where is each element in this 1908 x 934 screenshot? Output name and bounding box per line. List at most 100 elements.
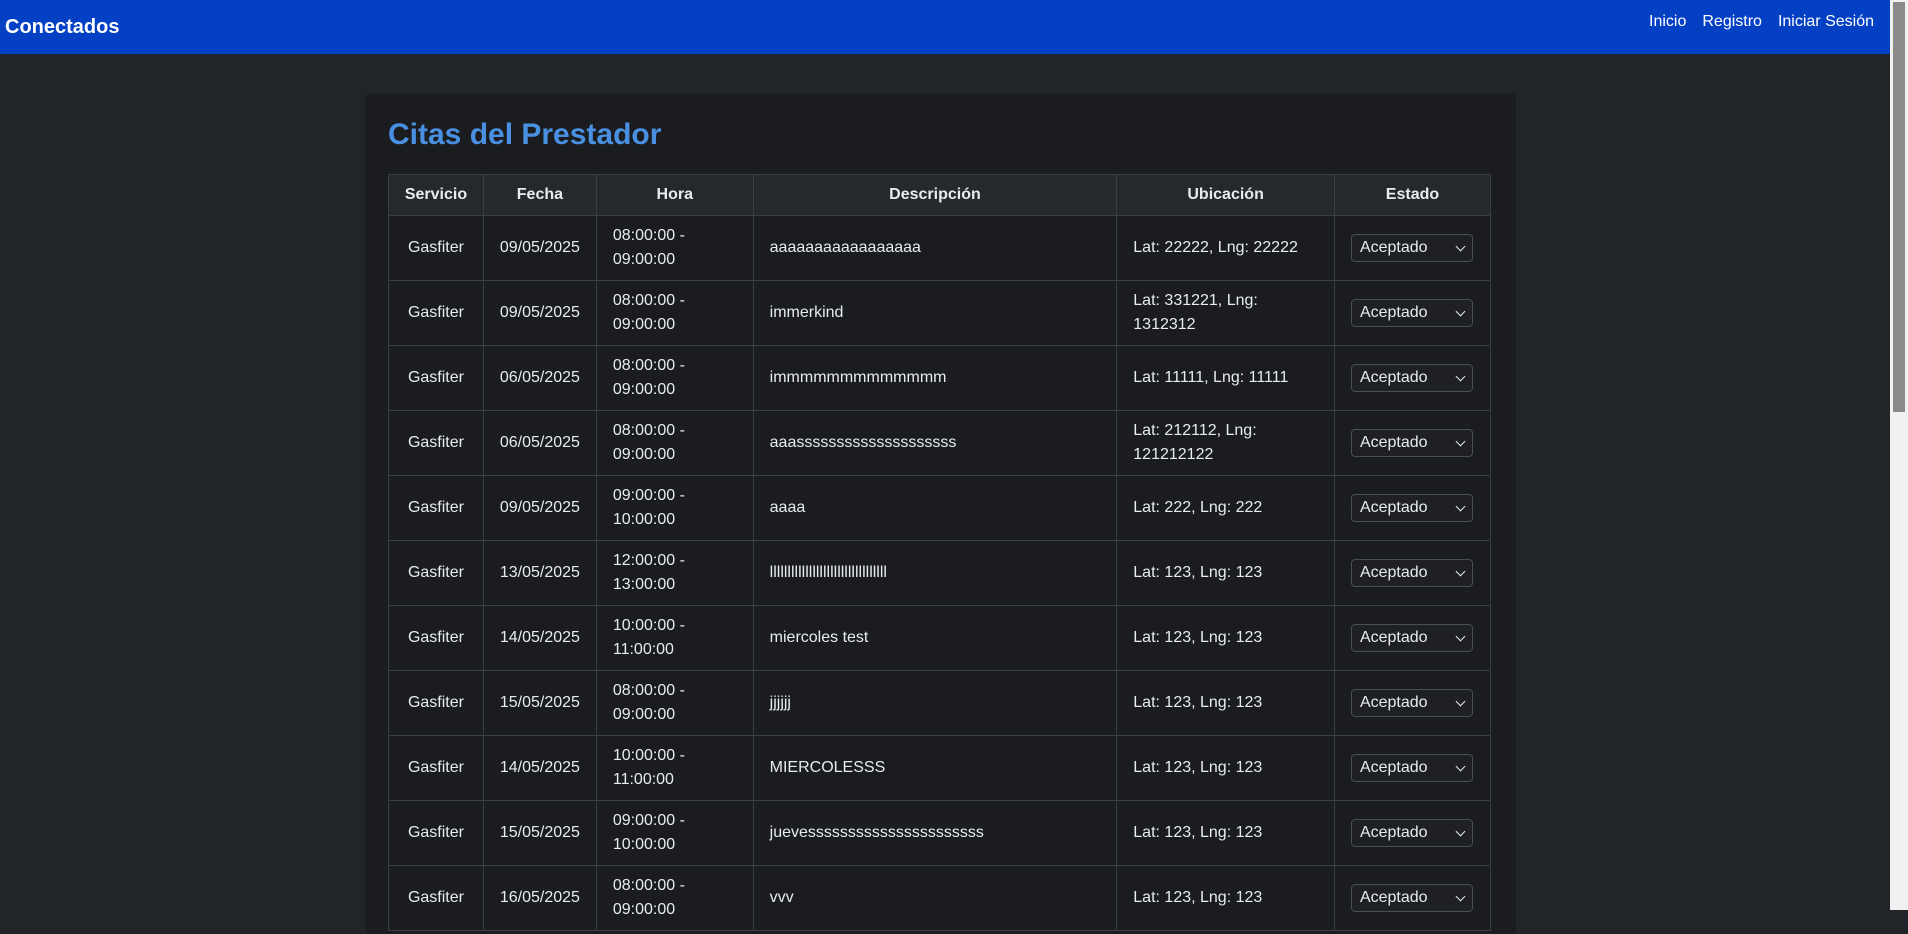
cell-estado: Aceptado xyxy=(1333,865,1492,931)
table-row: Gasfiter 15/05/2025 09:00:00 - 10:00:00 jue… xyxy=(388,800,1492,866)
cell-servicio: Gasfiter xyxy=(388,410,484,476)
cell-ubicacion: Lat: 123, Lng: 123 xyxy=(1116,865,1335,931)
cell-fecha: 16/05/2025 xyxy=(482,865,597,931)
chevron-down-icon xyxy=(1455,241,1466,252)
cell-descripcion: MIERCOLESSS xyxy=(752,735,1118,801)
cell-servicio: Gasfiter xyxy=(388,865,484,931)
cell-ubicacion: Lat: 222, Lng: 222 xyxy=(1116,475,1335,541)
cell-servicio: Gasfiter xyxy=(388,345,484,411)
cell-hora: 09:00:00 - 10:00:00 xyxy=(595,800,754,866)
header-fecha: Fecha xyxy=(482,174,597,216)
cell-servicio: Gasfiter xyxy=(388,800,484,866)
cell-estado: Aceptado xyxy=(1333,475,1492,541)
cell-hora: 10:00:00 - 11:00:00 xyxy=(595,735,754,801)
appointments-card: Citas del Prestador Servicio Fecha Hora … xyxy=(365,94,1516,934)
cell-estado: Aceptado xyxy=(1333,670,1492,736)
cell-ubicacion: Lat: 11111, Lng: 11111 xyxy=(1116,345,1335,411)
cell-ubicacion: Lat: 123, Lng: 123 xyxy=(1116,605,1335,671)
cell-fecha: 14/05/2025 xyxy=(482,735,597,801)
cell-estado: Aceptado xyxy=(1333,540,1492,606)
estado-select-value: Aceptado xyxy=(1359,499,1428,516)
cell-servicio: Gasfiter xyxy=(388,540,484,606)
estado-select-value: Aceptado xyxy=(1359,369,1428,386)
cell-descripcion: miercoles test xyxy=(752,605,1118,671)
cell-fecha: 06/05/2025 xyxy=(482,345,597,411)
cell-descripcion: aaaaaaaaaaaaaaaaa xyxy=(752,215,1118,281)
estado-select-value: Aceptado xyxy=(1359,759,1428,776)
cell-servicio: Gasfiter xyxy=(388,215,484,281)
estado-select[interactable]: Aceptado xyxy=(1350,299,1473,327)
table-row: Gasfiter 09/05/2025 08:00:00 - 09:00:00 imm… xyxy=(388,280,1492,346)
navbar: Conectados Inicio Registro Iniciar Sesió… xyxy=(0,0,1890,54)
cell-fecha: 15/05/2025 xyxy=(482,670,597,736)
cell-fecha: 14/05/2025 xyxy=(482,605,597,671)
header-hora: Hora xyxy=(595,174,754,216)
estado-select[interactable]: Aceptado xyxy=(1350,234,1473,262)
cell-ubicacion: Lat: 212112, Lng: 121212122 xyxy=(1116,410,1335,476)
header-descripcion: Descripción xyxy=(752,174,1118,216)
cell-ubicacion: Lat: 22222, Lng: 22222 xyxy=(1116,215,1335,281)
appointments-table: Servicio Fecha Hora Descripción Ubicació… xyxy=(388,174,1492,931)
cell-fecha: 15/05/2025 xyxy=(482,800,597,866)
chevron-down-icon xyxy=(1455,371,1466,382)
page-scrollbar[interactable] xyxy=(1890,0,1908,910)
estado-select-value: Aceptado xyxy=(1359,239,1428,256)
cell-fecha: 09/05/2025 xyxy=(482,475,597,541)
estado-select-value: Aceptado xyxy=(1359,434,1428,451)
table-row: Gasfiter 09/05/2025 08:00:00 - 09:00:00 aaa… xyxy=(388,215,1492,281)
table-row: Gasfiter 14/05/2025 10:00:00 - 11:00:00 mie… xyxy=(388,605,1492,671)
estado-select-value: Aceptado xyxy=(1359,629,1428,646)
cell-servicio: Gasfiter xyxy=(388,605,484,671)
nav-link-inicio[interactable]: Inicio xyxy=(1649,13,1686,31)
estado-select[interactable]: Aceptado xyxy=(1350,689,1473,717)
chevron-down-icon xyxy=(1455,501,1466,512)
estado-select-value: Aceptado xyxy=(1359,694,1428,711)
table-header-row: Servicio Fecha Hora Descripción Ubicació… xyxy=(388,174,1492,216)
cell-ubicacion: Lat: 123, Lng: 123 xyxy=(1116,800,1335,866)
cell-hora: 08:00:00 - 09:00:00 xyxy=(595,345,754,411)
estado-select-value: Aceptado xyxy=(1359,304,1428,321)
nav-link-iniciar-sesion[interactable]: Iniciar Sesión xyxy=(1778,13,1874,31)
cell-hora: 08:00:00 - 09:00:00 xyxy=(595,865,754,931)
scrollbar-thumb[interactable] xyxy=(1893,2,1905,412)
cell-descripcion: lllllllllllllllllllllllllllllllll xyxy=(752,540,1118,606)
cell-servicio: Gasfiter xyxy=(388,670,484,736)
header-estado: Estado xyxy=(1333,174,1492,216)
cell-fecha: 06/05/2025 xyxy=(482,410,597,476)
chevron-down-icon xyxy=(1455,566,1466,577)
estado-select[interactable]: Aceptado xyxy=(1350,559,1473,587)
cell-servicio: Gasfiter xyxy=(388,475,484,541)
estado-select-value: Aceptado xyxy=(1359,824,1428,841)
cell-hora: 08:00:00 - 09:00:00 xyxy=(595,410,754,476)
estado-select[interactable]: Aceptado xyxy=(1350,429,1473,457)
cell-fecha: 09/05/2025 xyxy=(482,215,597,281)
chevron-down-icon xyxy=(1455,826,1466,837)
estado-select[interactable]: Aceptado xyxy=(1350,884,1473,912)
nav-links: Inicio Registro Iniciar Sesión xyxy=(1649,13,1874,31)
cell-estado: Aceptado xyxy=(1333,280,1492,346)
cell-estado: Aceptado xyxy=(1333,215,1492,281)
cell-estado: Aceptado xyxy=(1333,345,1492,411)
cell-ubicacion: Lat: 123, Lng: 123 xyxy=(1116,670,1335,736)
estado-select[interactable]: Aceptado xyxy=(1350,754,1473,782)
table-row: Gasfiter 09/05/2025 09:00:00 - 10:00:00 aaa… xyxy=(388,475,1492,541)
estado-select-value: Aceptado xyxy=(1359,889,1428,906)
header-ubicacion: Ubicación xyxy=(1116,174,1335,216)
cell-hora: 08:00:00 - 09:00:00 xyxy=(595,670,754,736)
cell-hora: 08:00:00 - 09:00:00 xyxy=(595,280,754,346)
estado-select-value: Aceptado xyxy=(1359,564,1428,581)
estado-select[interactable]: Aceptado xyxy=(1350,819,1473,847)
cell-descripcion: aaaa xyxy=(752,475,1118,541)
nav-link-registro[interactable]: Registro xyxy=(1702,13,1762,31)
estado-select[interactable]: Aceptado xyxy=(1350,494,1473,522)
estado-select[interactable]: Aceptado xyxy=(1350,364,1473,392)
cell-ubicacion: Lat: 123, Lng: 123 xyxy=(1116,735,1335,801)
estado-select[interactable]: Aceptado xyxy=(1350,624,1473,652)
header-servicio: Servicio xyxy=(388,174,484,216)
table-row: Gasfiter 06/05/2025 08:00:00 - 09:00:00 aaa… xyxy=(388,410,1492,476)
page-title: Citas del Prestador xyxy=(388,118,662,151)
table-row: Gasfiter 16/05/2025 08:00:00 - 09:00:00 vvv… xyxy=(388,865,1492,931)
cell-hora: 09:00:00 - 10:00:00 xyxy=(595,475,754,541)
brand-logo[interactable]: Conectados xyxy=(5,16,119,39)
cell-descripcion: immmmmmmmmmmmm xyxy=(752,345,1118,411)
